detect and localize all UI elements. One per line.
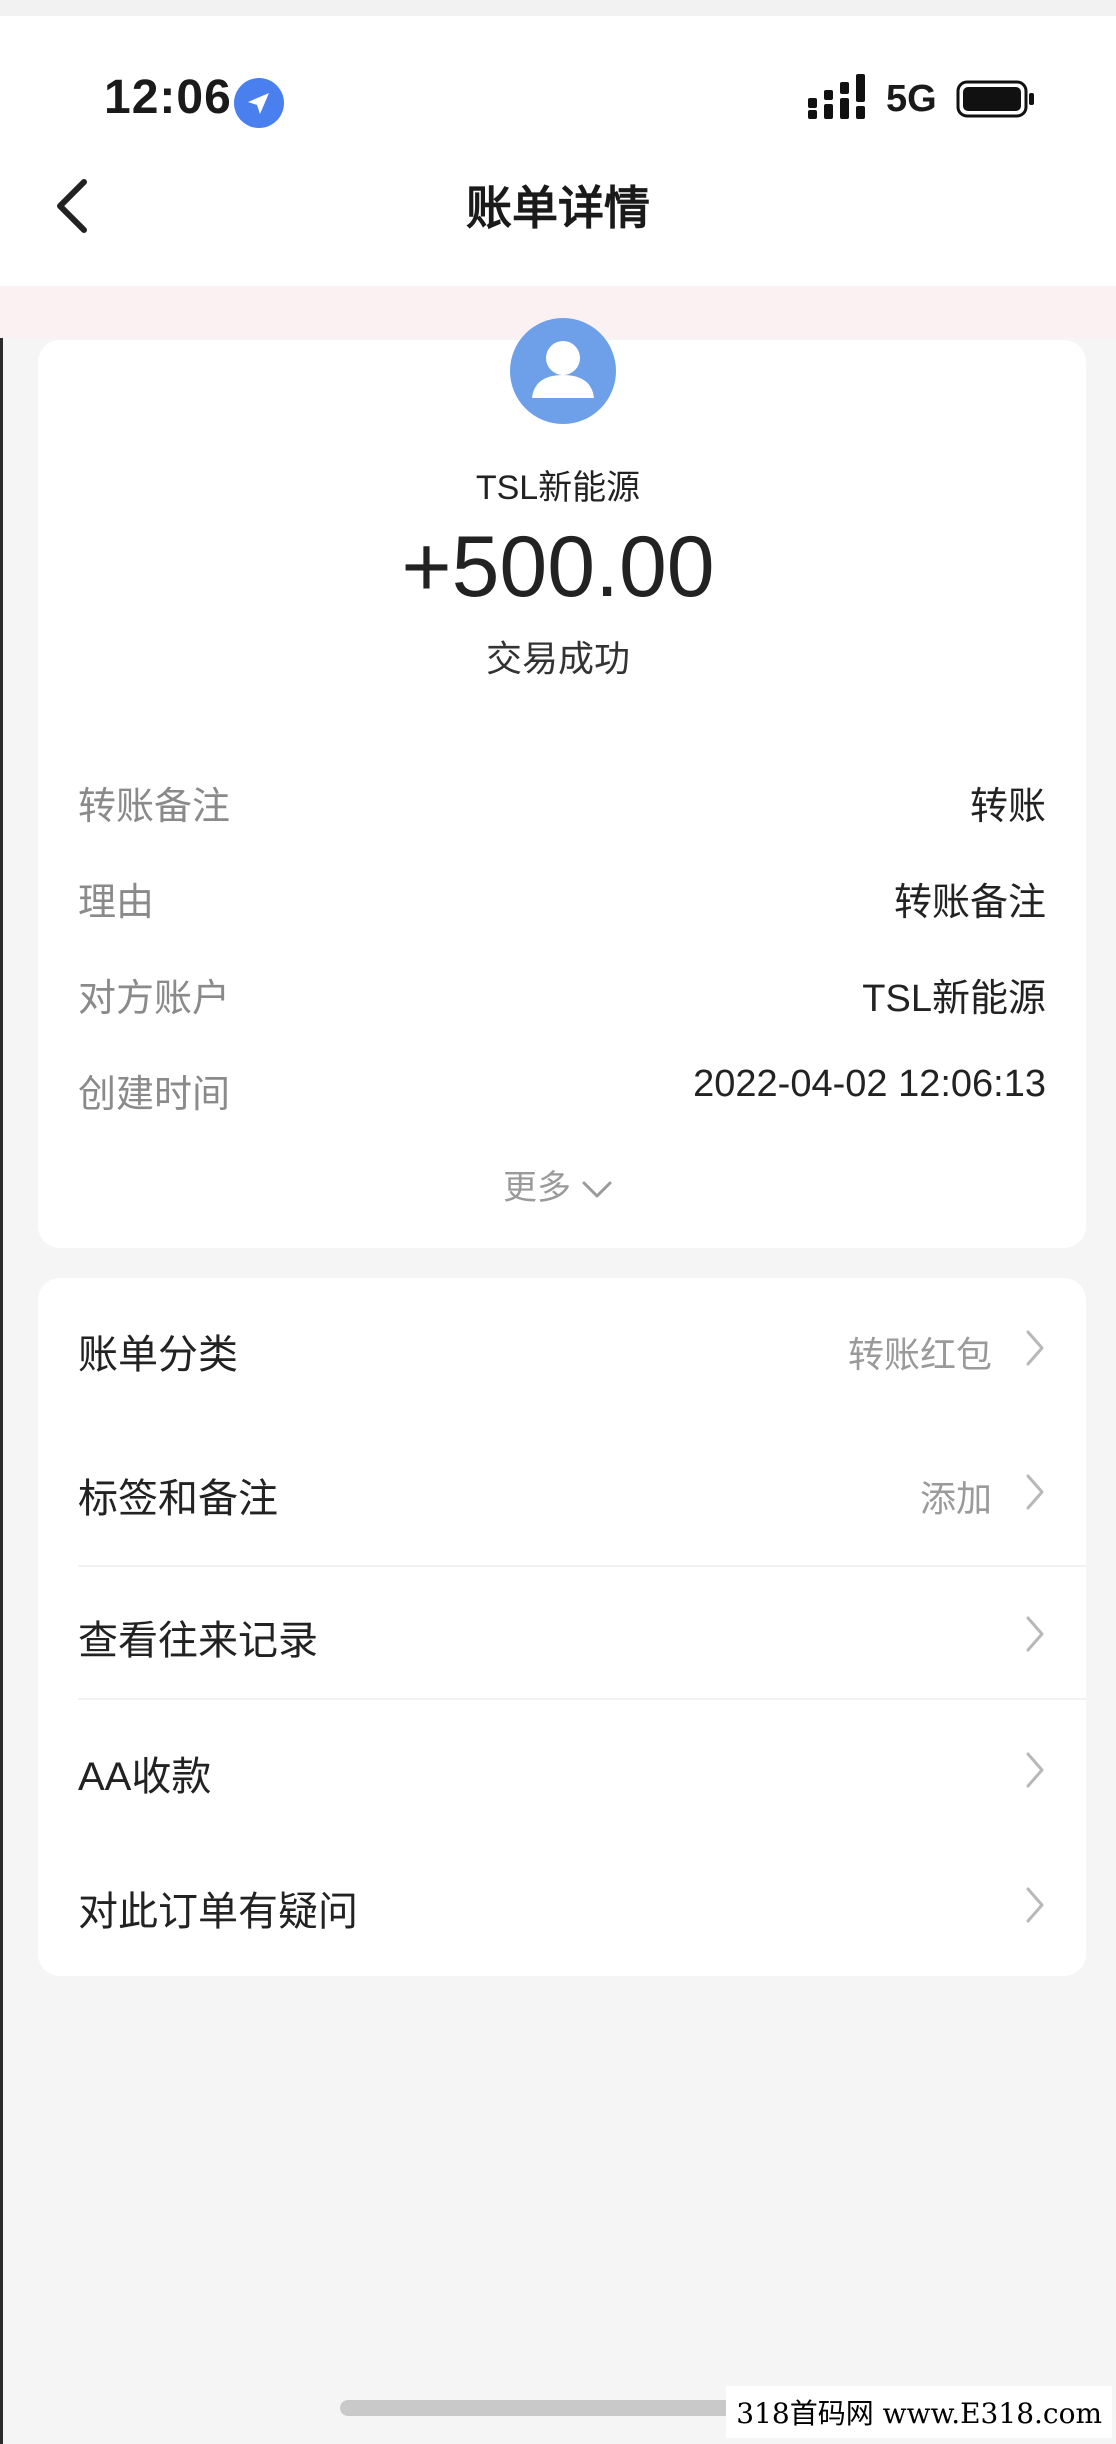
menu-item-aa[interactable]: AA收款	[78, 1744, 211, 1802]
divider	[78, 1698, 1086, 1700]
more-button[interactable]: 更多	[0, 1160, 1116, 1209]
detail-label-account: 对方账户	[78, 978, 231, 1020]
chevron-right-icon[interactable]	[1024, 1885, 1046, 1925]
detail-value-created: 2022-04-02 12:06:13	[693, 1063, 1046, 1105]
status-time: 12:06	[104, 71, 232, 124]
detail-label-created: 创建时间	[78, 1074, 231, 1116]
chevron-right-icon[interactable]	[1024, 1614, 1046, 1654]
signal-icon	[808, 74, 865, 119]
divider	[78, 1565, 1086, 1567]
detail-value-account: TSL新能源	[862, 978, 1046, 1020]
menu-item-history[interactable]: 查看往来记录	[78, 1608, 318, 1666]
detail-value-reason: 转账备注	[893, 882, 1046, 924]
battery-icon	[956, 80, 1034, 118]
menu-value-category: 转账红包	[847, 1334, 992, 1375]
chevron-down-icon	[582, 1181, 612, 1198]
top-edge	[0, 0, 1116, 16]
transaction-amount: +500.00	[401, 519, 715, 615]
nav-bar: 账单详情	[0, 156, 1116, 286]
menu-item-question[interactable]: 对此订单有疑问	[78, 1879, 358, 1937]
chevron-right-icon[interactable]	[1024, 1750, 1046, 1790]
location-icon	[234, 78, 284, 128]
chevron-right-icon[interactable]	[1024, 1472, 1046, 1512]
watermark: 318首码网 www.E318.com	[726, 2386, 1112, 2438]
transaction-status: 交易成功	[485, 638, 630, 679]
detail-label-reason: 理由	[78, 882, 155, 924]
network-label: 5G	[886, 78, 937, 120]
menu-item-category[interactable]: 账单分类	[78, 1322, 238, 1380]
payee-name: TSL新能源	[475, 469, 641, 507]
more-label: 更多	[503, 1169, 571, 1207]
detail-value-remark: 转账	[969, 786, 1046, 828]
person-avatar-icon	[510, 318, 616, 424]
menu-value-tags: 添加	[919, 1478, 992, 1519]
page-title: 账单详情	[466, 182, 650, 234]
menu-item-tags[interactable]: 标签和备注	[78, 1466, 278, 1524]
chevron-right-icon[interactable]	[1024, 1328, 1046, 1368]
detail-label-remark: 转账备注	[78, 786, 231, 828]
status-bar: 12:06 5G	[0, 16, 1116, 156]
home-indicator[interactable]	[340, 2400, 780, 2416]
frame-edge	[0, 0, 3, 2444]
